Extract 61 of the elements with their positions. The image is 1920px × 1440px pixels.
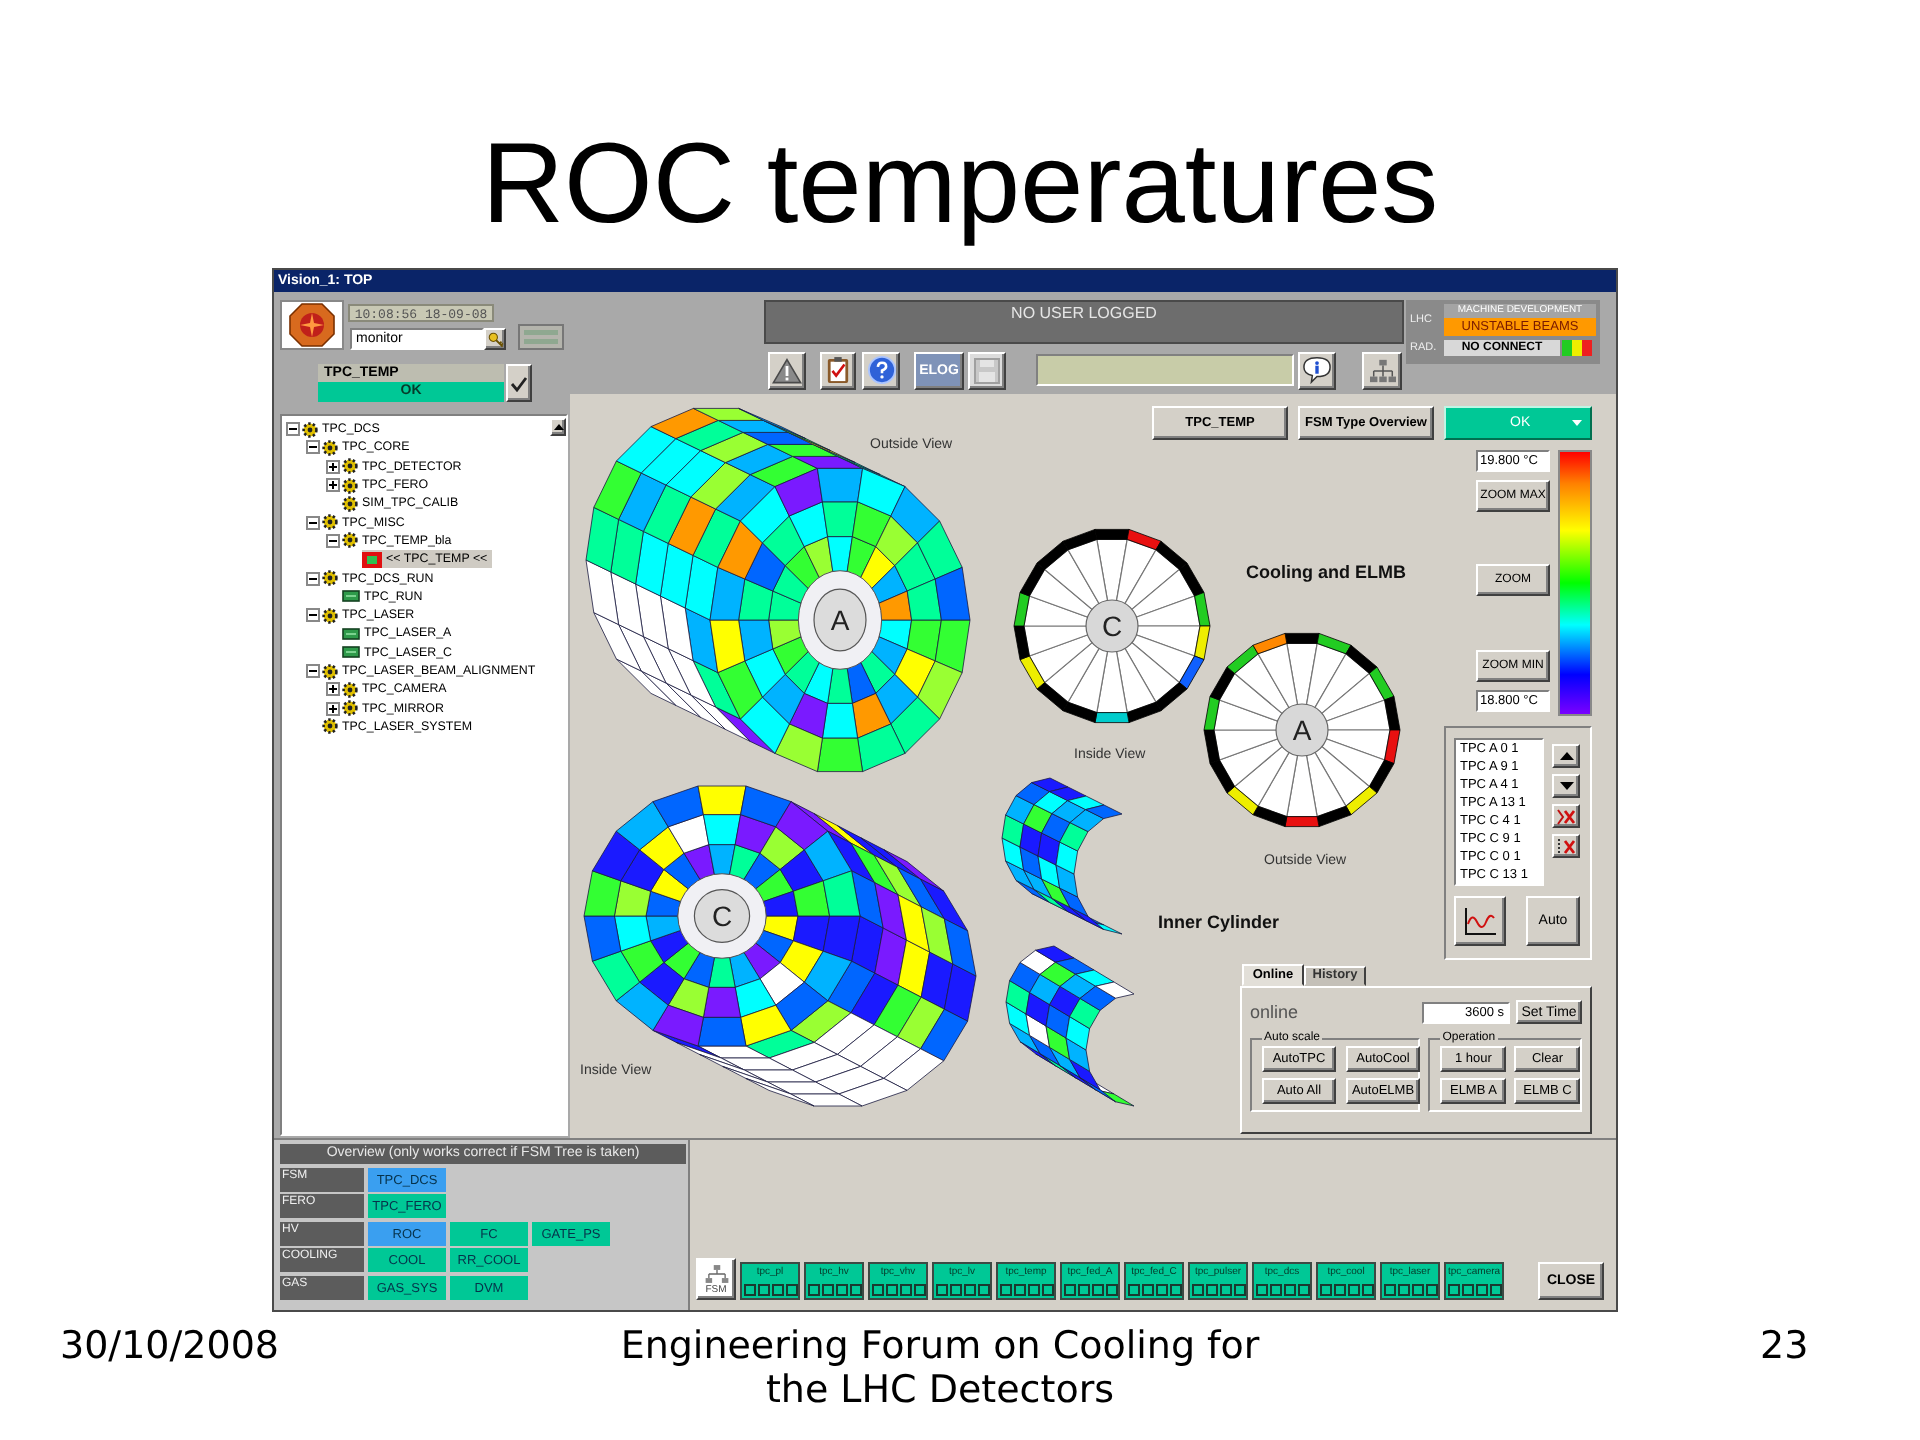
dotted-cross-icon	[1556, 837, 1576, 855]
expander-icon[interactable]	[326, 478, 340, 493]
scroll-up-button[interactable]	[550, 418, 566, 436]
key-button[interactable]	[484, 328, 506, 350]
level-bars-icon	[1562, 340, 1592, 356]
hub-label: A	[830, 604, 850, 636]
message-field[interactable]	[1036, 354, 1294, 386]
tree-diagram-button[interactable]	[1362, 351, 1402, 389]
chart-icon	[1462, 905, 1498, 937]
gear-icon	[322, 570, 338, 587]
expander-icon[interactable]	[326, 459, 340, 474]
logo-icon	[280, 300, 344, 350]
hub-label: C	[1101, 610, 1123, 642]
clipboard-button[interactable]	[820, 351, 856, 389]
mode-label: online	[1250, 1002, 1299, 1022]
slide-title: ROC temperatures	[481, 128, 1439, 242]
status-chip-icon	[362, 551, 382, 568]
expander-icon[interactable]	[286, 422, 300, 437]
cross-icon	[1556, 807, 1576, 825]
tree-diagram-icon	[1367, 357, 1397, 383]
triangle-down-icon	[1559, 782, 1573, 790]
expander-icon[interactable]	[326, 682, 340, 697]
expander-icon[interactable]	[306, 440, 320, 455]
triangle-up-icon	[553, 424, 563, 430]
help-icon	[867, 356, 895, 384]
help-button[interactable]	[862, 351, 900, 389]
section-label: Cooling and ELMB	[1246, 562, 1406, 582]
page-number: 23	[1760, 1324, 1809, 1368]
gear-icon	[322, 607, 338, 624]
hub-label: C	[711, 900, 733, 932]
triangle-up-icon	[1559, 752, 1573, 760]
expander-icon[interactable]	[306, 608, 320, 623]
clipboard-icon	[826, 356, 850, 384]
slide-footer-text: Engineering Forum on Cooling for the LHC Detectors	[618, 1324, 1262, 1412]
check-button[interactable]	[506, 364, 532, 402]
device-icon	[342, 627, 360, 640]
remove-button[interactable]	[1552, 804, 1580, 828]
caret-icon	[1572, 420, 1582, 426]
key-icon	[487, 331, 503, 347]
hub-label: A	[1292, 714, 1312, 746]
expander-icon[interactable]	[306, 571, 320, 586]
section-label: Inner Cylinder	[1158, 912, 1280, 932]
info-button[interactable]	[1298, 351, 1336, 389]
remove-all-button[interactable]	[1552, 834, 1580, 858]
expander-icon[interactable]	[306, 664, 320, 678]
device-icon	[342, 646, 360, 659]
tree-diagram-icon	[703, 1263, 729, 1283]
move-down-button[interactable]	[1552, 774, 1580, 798]
user-status-bar: NO USER LOGGED	[764, 300, 1404, 344]
plot-button[interactable]	[1454, 896, 1506, 946]
expander-icon[interactable]	[306, 515, 320, 530]
slide-date: 30/10/2008	[60, 1324, 280, 1368]
meter-icon	[518, 324, 564, 350]
device-icon	[342, 590, 360, 603]
move-up-button[interactable]	[1552, 744, 1580, 768]
expander-icon[interactable]	[326, 701, 340, 716]
warning-button[interactable]	[768, 351, 806, 389]
info-icon	[1302, 356, 1332, 384]
expander-icon[interactable]	[326, 533, 340, 548]
warning-icon	[772, 357, 802, 383]
check-icon	[510, 375, 528, 391]
